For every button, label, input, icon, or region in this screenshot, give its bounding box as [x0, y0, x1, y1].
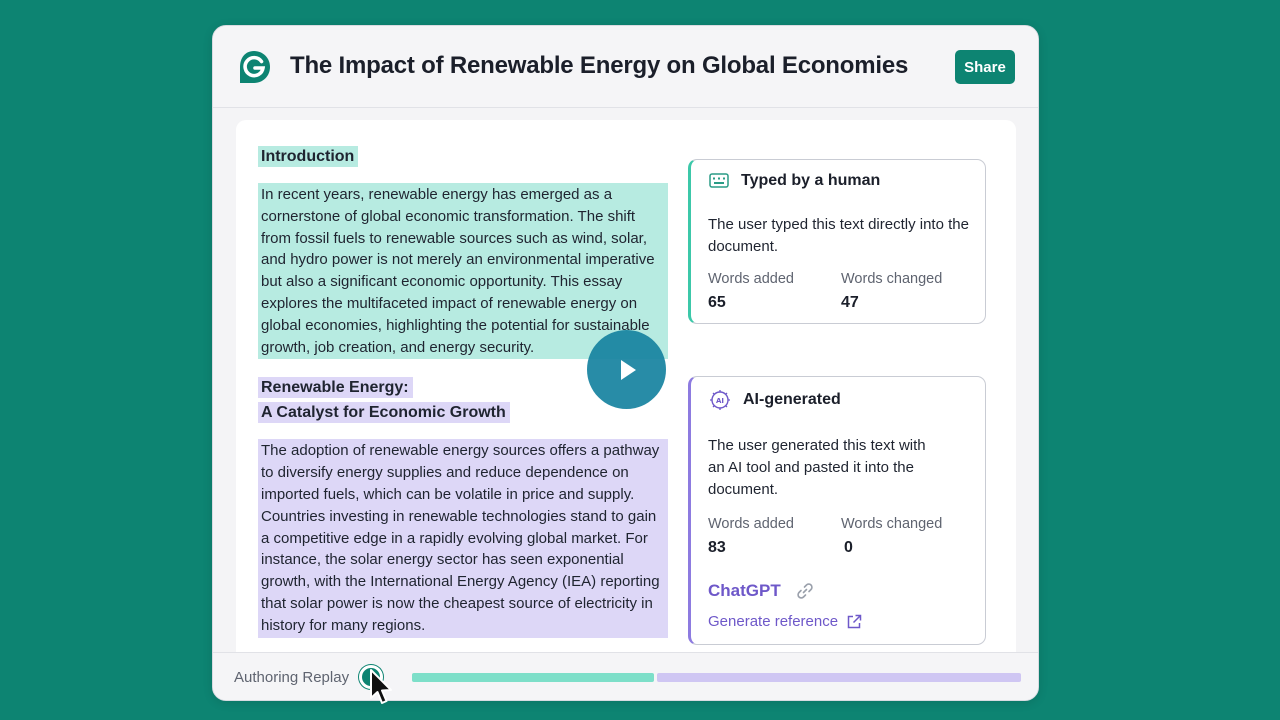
app-window: The Impact of Renewable Energy on Global…: [212, 25, 1039, 701]
ai-generated-card: AI AI-generated The user generated this …: [688, 376, 986, 645]
intro-paragraph: In recent years, renewable energy has em…: [258, 183, 668, 360]
human-words-changed-label: Words changed: [841, 271, 943, 287]
grammarly-logo-icon: [236, 49, 272, 85]
timeline-human-segment[interactable]: [412, 673, 654, 682]
link-icon[interactable]: [795, 581, 815, 601]
svg-text:AI: AI: [716, 397, 724, 405]
ai-words-changed-value: 0: [844, 539, 853, 556]
generate-reference-label: Generate reference: [708, 613, 839, 630]
mouse-pointer-icon: [370, 669, 392, 704]
ai-source: ChatGPT: [708, 581, 815, 601]
intro-heading: Introduction: [258, 146, 359, 167]
ai-card-title: AI-generated: [743, 391, 841, 408]
human-card-description: The user typed this text directly into t…: [708, 216, 969, 255]
ai-words-added-label: Words added: [708, 516, 794, 532]
section2-paragraph: The adoption of renewable energy sources…: [258, 439, 668, 638]
document-panel: Introduction In recent years, renewable …: [236, 120, 1016, 665]
typed-by-human-card: Typed by a human The user typed this tex…: [688, 159, 986, 324]
section2-heading-line2: A Catalyst for Economic Growth: [258, 402, 510, 424]
external-link-icon: [847, 614, 862, 628]
human-card-title: Typed by a human: [741, 172, 881, 189]
human-words-added-label: Words added: [708, 271, 794, 287]
share-button[interactable]: Share: [955, 50, 1015, 84]
human-words-changed-value: 47: [841, 294, 859, 311]
timeline-ai-segment[interactable]: [657, 673, 1021, 682]
ai-words-added-value: 83: [708, 539, 726, 556]
replay-bar: Authoring Replay: [213, 652, 1038, 700]
authoring-replay-label: Authoring Replay: [234, 669, 350, 686]
section2-heading-line1: Renewable Energy:: [258, 377, 413, 399]
generate-reference-link[interactable]: Generate reference: [708, 613, 862, 630]
play-icon: [620, 359, 636, 380]
play-button[interactable]: [587, 330, 666, 409]
ai-words-changed-label: Words changed: [841, 516, 943, 532]
ai-source-name: ChatGPT: [708, 581, 781, 600]
keyboard-icon: [709, 173, 729, 188]
ai-card-description: The user generated this text with an AI …: [708, 437, 926, 498]
document-title: The Impact of Renewable Energy on Global…: [290, 52, 909, 79]
header: The Impact of Renewable Energy on Global…: [213, 26, 1038, 108]
human-words-added-value: 65: [708, 294, 726, 311]
ai-chip-icon: AI: [710, 390, 730, 410]
